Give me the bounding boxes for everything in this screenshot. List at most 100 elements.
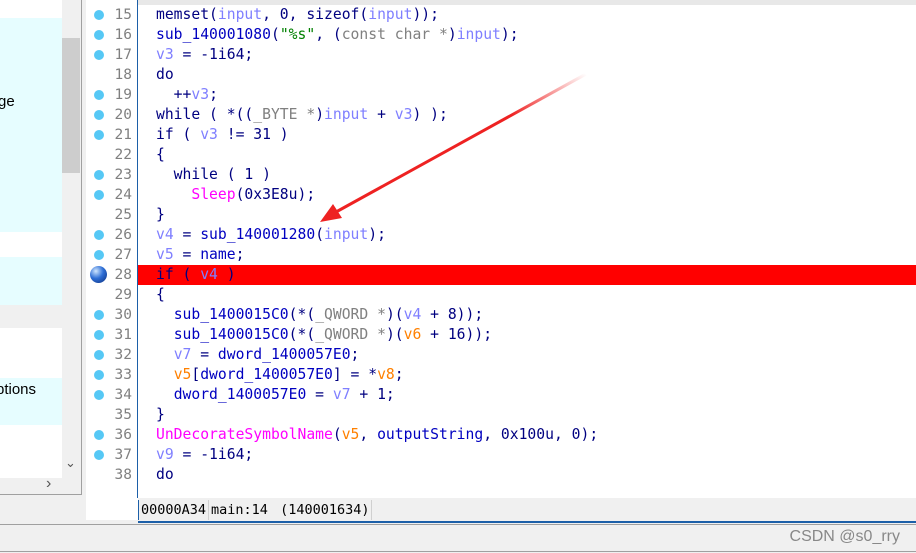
code-line[interactable]: v9 = -1i64; bbox=[138, 445, 916, 465]
line-number: 20 bbox=[114, 107, 132, 123]
code-token: ; bbox=[350, 346, 360, 363]
code-line[interactable]: v3 = -1i64; bbox=[138, 45, 916, 65]
code-token: if ( bbox=[156, 266, 201, 283]
code-token: = bbox=[191, 346, 218, 363]
breakpoint-slot-icon[interactable] bbox=[94, 390, 104, 400]
code-token: input bbox=[324, 226, 369, 243]
divider bbox=[138, 521, 916, 523]
vertical-scrollbar[interactable]: ⌄ bbox=[62, 0, 80, 478]
code-token: name bbox=[200, 246, 236, 263]
code-line[interactable]: memset(input, 0, sizeof(input)); bbox=[138, 5, 916, 25]
code-line[interactable]: v7 = dword_1400057E0; bbox=[138, 345, 916, 365]
code-line[interactable]: do bbox=[138, 65, 916, 85]
panel-item-label[interactable]: ge bbox=[0, 93, 15, 110]
line-number: 30 bbox=[114, 307, 132, 323]
code-token: v8 bbox=[377, 366, 395, 383]
code-token: v4 bbox=[403, 306, 422, 323]
breakpoint-slot-icon[interactable] bbox=[94, 450, 104, 460]
code-token: v3 bbox=[200, 126, 218, 143]
breakpoint-slot-icon[interactable] bbox=[94, 370, 104, 380]
code-token: = -1i64; bbox=[173, 446, 254, 463]
code-line[interactable]: v5[dword_1400057E0] = *v8; bbox=[138, 365, 916, 385]
breakpoint-slot-icon[interactable] bbox=[94, 430, 104, 440]
code-token: [ bbox=[191, 366, 201, 383]
code-token: = bbox=[306, 386, 333, 403]
code-line[interactable]: sub_1400015C0(*(_QWORD *)(v6 + 16)); bbox=[138, 325, 916, 345]
line-number: 35 bbox=[114, 407, 132, 423]
code-line[interactable]: ++v3; bbox=[138, 85, 916, 105]
code-token: input bbox=[217, 6, 263, 23]
watermark: CSDN @s0_rry bbox=[789, 528, 900, 545]
code-token: v7 bbox=[173, 346, 192, 363]
code-token: = bbox=[173, 226, 201, 243]
code-line[interactable]: v4 = sub_140001280(input); bbox=[138, 225, 916, 245]
code-token: } bbox=[156, 406, 165, 423]
breakpoint-icon[interactable] bbox=[90, 266, 107, 283]
horizontal-scrollbar[interactable]: › bbox=[0, 475, 82, 495]
breakpoint-slot-icon[interactable] bbox=[94, 110, 104, 120]
code-line[interactable]: { bbox=[138, 145, 916, 165]
code-line[interactable]: { bbox=[138, 285, 916, 305]
breakpoint-slot-icon[interactable] bbox=[94, 230, 104, 240]
line-number: 28 bbox=[114, 267, 132, 283]
code-token: Sleep bbox=[191, 186, 236, 203]
code-token: "%s" bbox=[279, 26, 316, 43]
code-line[interactable]: v5 = name; bbox=[138, 245, 916, 265]
code-token: if ( bbox=[156, 126, 201, 143]
panel-item-label[interactable]: ptions bbox=[0, 381, 36, 398]
breakpoint-slot-icon[interactable] bbox=[94, 310, 104, 320]
code-line[interactable]: } bbox=[138, 205, 916, 225]
code-token: _QWORD * bbox=[315, 326, 386, 343]
code-line[interactable]: do bbox=[138, 465, 916, 485]
code-token: memset( bbox=[156, 6, 218, 23]
code-line[interactable]: dword_1400057E0 = v7 + 1; bbox=[138, 385, 916, 405]
code-line[interactable]: while ( *((_BYTE *)input + v3) ); bbox=[138, 105, 916, 125]
code-token: ) bbox=[447, 26, 457, 43]
code-token: } bbox=[156, 206, 165, 223]
line-number: 31 bbox=[114, 327, 132, 343]
chevron-down-icon[interactable]: ⌄ bbox=[65, 455, 76, 471]
highlighted-code-line[interactable]: if ( v4 ) bbox=[138, 265, 916, 285]
breakpoint-slot-icon[interactable] bbox=[94, 50, 104, 60]
code-token: ] = * bbox=[332, 366, 378, 383]
code-token: (*( bbox=[288, 306, 316, 323]
code-line[interactable]: while ( 1 ) bbox=[138, 165, 916, 185]
code-token: UnDecorateSymbolName bbox=[156, 426, 333, 443]
code-line[interactable]: Sleep(0x3E8u); bbox=[138, 185, 916, 205]
breakpoint-slot-icon[interactable] bbox=[94, 10, 104, 20]
breakpoint-slot-icon[interactable] bbox=[94, 190, 104, 200]
line-number: 33 bbox=[114, 367, 132, 383]
breakpoint-slot-icon[interactable] bbox=[94, 170, 104, 180]
line-number: 15 bbox=[114, 7, 132, 23]
breakpoint-slot-icon[interactable] bbox=[94, 30, 104, 40]
code-token: v7 bbox=[332, 386, 351, 403]
breakpoint-slot-icon[interactable] bbox=[94, 350, 104, 360]
code-token: (0x3E8u); bbox=[235, 186, 316, 203]
code-line[interactable]: sub_140001080("%s", (const char *)input)… bbox=[138, 25, 916, 45]
breakpoint-slot-icon[interactable] bbox=[94, 130, 104, 140]
status-bar: 00000A34 main:14 (140001634) bbox=[138, 500, 916, 520]
code-token: { bbox=[156, 146, 165, 163]
divider bbox=[81, 0, 82, 495]
breakpoint-slot-icon[interactable] bbox=[94, 250, 104, 260]
breakpoint-slot-icon[interactable] bbox=[94, 90, 104, 100]
line-number: 36 bbox=[114, 427, 132, 443]
code-token: , bbox=[359, 426, 378, 443]
panel-item-block[interactable] bbox=[0, 257, 62, 305]
code-token: input bbox=[368, 6, 413, 23]
panel-item-block[interactable] bbox=[0, 18, 62, 232]
scrollbar-thumb[interactable] bbox=[62, 38, 80, 173]
breakpoint-slot-icon[interactable] bbox=[94, 330, 104, 340]
code-token: ; bbox=[394, 366, 404, 383]
chevron-right-icon[interactable]: › bbox=[46, 475, 51, 493]
code-line[interactable]: if ( v3 != 31 ) bbox=[138, 125, 916, 145]
code-token: ); bbox=[368, 226, 386, 243]
code-token: dword_1400057E0 bbox=[200, 366, 333, 383]
code-line[interactable]: UnDecorateSymbolName(v5, outputString, 0… bbox=[138, 425, 916, 445]
code-line[interactable]: sub_1400015C0(*(_QWORD *)(v4 + 8)); bbox=[138, 305, 916, 325]
code-line[interactable]: } bbox=[138, 405, 916, 425]
